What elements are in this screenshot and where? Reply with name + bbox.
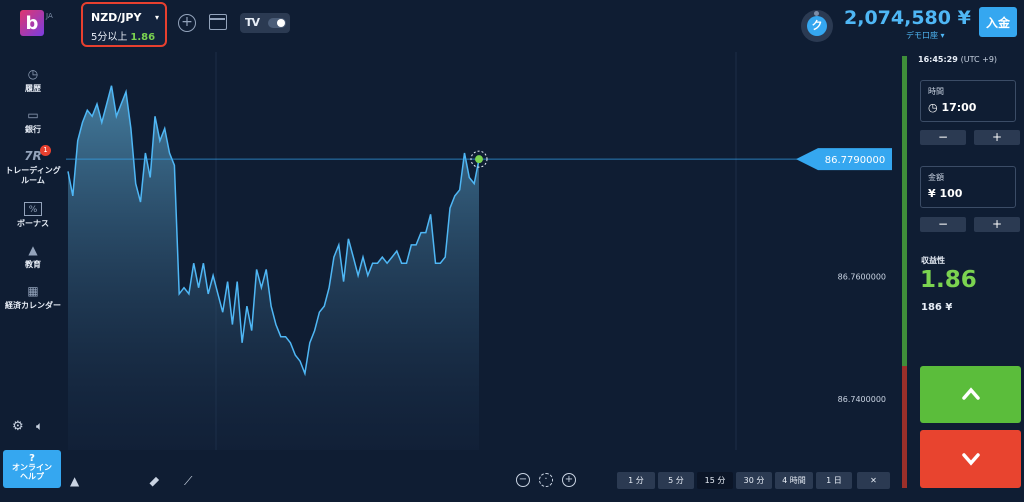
- sidebar-item-calendar[interactable]: ▦ 経済カレンダー: [0, 284, 66, 311]
- sidebar-item-label: 履歴: [25, 84, 41, 93]
- wallet-icon: ▭: [27, 108, 39, 122]
- asset-duration: 5分以上 1.86: [91, 28, 155, 43]
- tradingview-icon: TV: [245, 16, 260, 29]
- question-icon: ?: [29, 453, 35, 464]
- language-label[interactable]: JA: [46, 12, 53, 20]
- ruler-icon[interactable]: ▬: [145, 472, 163, 490]
- time-minus-button[interactable]: −: [920, 130, 966, 145]
- y-tick-label: 86.7600000: [838, 272, 886, 281]
- duration-text: 5分以上: [91, 32, 128, 43]
- payout-value: 1.86: [920, 267, 977, 293]
- chart-type-icon[interactable]: ▲: [70, 474, 79, 488]
- notification-badge: 1: [40, 145, 51, 156]
- price-chart-svg[interactable]: 86.7790000 86.7600000 86.7400000 16:40:00 16…: [66, 52, 899, 450]
- price-chart[interactable]: 86.7790000 86.7600000 86.7400000 16:40:00 16…: [66, 52, 899, 450]
- clapperboard-icon[interactable]: [209, 14, 227, 30]
- account-balance: 2,074,580 ¥: [844, 7, 971, 29]
- chevron-up-icon: [962, 387, 980, 400]
- y-tick-label: 86.7400000: [838, 395, 886, 404]
- time-label: 時間: [928, 87, 944, 96]
- x-tick-label: 16:40:00: [181, 449, 217, 450]
- expiry-time: 17:00: [941, 101, 977, 114]
- asset-payout: 1.86: [130, 32, 156, 43]
- fit-chart-button[interactable]: ·: [539, 473, 553, 487]
- sidebar-item-bonus[interactable]: % ボーナス: [0, 202, 66, 229]
- timezone: (UTC +9): [960, 55, 998, 64]
- sidebar-item-bank[interactable]: ▭ 銀行: [0, 108, 66, 135]
- expiry-time-field[interactable]: 時間 ◷ 17:00: [920, 80, 1016, 122]
- amount-plus-button[interactable]: +: [974, 217, 1020, 232]
- sidebar-item-education[interactable]: ▲ 教育: [0, 243, 66, 270]
- put-down-button[interactable]: [920, 430, 1021, 488]
- sidebar-item-label: トレーディング ルーム: [5, 166, 61, 185]
- toggle-switch: [268, 18, 286, 28]
- online-help-button[interactable]: ? オンライン ヘルプ: [3, 450, 61, 488]
- asset-name: NZD/JPY: [91, 11, 142, 24]
- sidebar-item-trading-room[interactable]: 7R 1 トレーディング ルーム: [0, 145, 66, 186]
- zoom-out-button[interactable]: −: [516, 473, 530, 487]
- bonus-icon: %: [24, 202, 42, 216]
- timeframe-5m[interactable]: 5 分: [658, 472, 694, 489]
- drawing-tools-icon[interactable]: ⟋: [184, 474, 192, 489]
- chart-toolbar: ▲ ▬ ⟋ − · + 1 分 5 分 15 分 30 分 4 時間 1 日 ✕: [66, 462, 899, 502]
- account-type-selector[interactable]: デモ口座 ▾: [906, 30, 945, 41]
- time-value: ◷ 17:00: [928, 101, 977, 114]
- sidebar-item-label: ボーナス: [17, 219, 49, 228]
- avatar[interactable]: ク: [801, 10, 833, 42]
- help-label: オンライン ヘルプ: [12, 463, 52, 481]
- logo-letter: b: [25, 12, 39, 34]
- sidebar-item-label: 経済カレンダー: [5, 301, 61, 310]
- trading-app: b JA NZD/JPY ▾ 5分以上 1.86 + TV ク 2,074,580…: [0, 0, 1024, 502]
- avatar-letter: ク: [807, 16, 827, 36]
- zoom-in-button[interactable]: +: [562, 473, 576, 487]
- chevron-down-icon: ▾: [155, 13, 160, 22]
- chevron-down-icon: [962, 453, 980, 466]
- sidebar-item-label: 教育: [25, 260, 41, 269]
- asset-selector[interactable]: NZD/JPY ▾ 5分以上 1.86: [81, 2, 167, 47]
- clock-time: 16:45:29: [918, 55, 958, 64]
- current-point: [475, 155, 483, 164]
- plus-circle-icon[interactable]: +: [178, 14, 196, 32]
- calendar-icon: ▦: [27, 284, 39, 298]
- timeframe-1m[interactable]: 1 分: [617, 472, 655, 489]
- history-icon: ◷: [27, 67, 39, 81]
- timeframe-4h[interactable]: 4 時間: [775, 472, 813, 489]
- sidebar: ◷ 履歴 ▭ 銀行 7R 1 トレーディング ルーム % ボーナス ▲ 教育 ▦…: [0, 52, 66, 502]
- payout-amount: 186 ¥: [921, 302, 953, 313]
- amount-minus-button[interactable]: −: [920, 217, 966, 232]
- gear-icon[interactable]: ⚙: [12, 419, 24, 434]
- sidebar-item-label: 銀行: [25, 125, 41, 134]
- amount-field[interactable]: 金額 ¥ 100: [920, 166, 1016, 208]
- timeframe-1d[interactable]: 1 日: [816, 472, 852, 489]
- timeframe-30m[interactable]: 30 分: [736, 472, 772, 489]
- deposit-button[interactable]: 入金: [979, 7, 1017, 37]
- brand-logo[interactable]: b: [20, 10, 44, 36]
- sentiment-bar: [902, 56, 907, 488]
- graduation-cap-icon: ▲: [28, 243, 38, 257]
- server-clock: 16:45:29 (UTC +9): [918, 55, 997, 64]
- tradingview-toggle[interactable]: TV: [240, 13, 290, 33]
- amount-value: ¥ 100: [928, 187, 963, 200]
- top-bar: b JA NZD/JPY ▾ 5分以上 1.86 + TV ク 2,074,580…: [0, 0, 1024, 52]
- x-tick-label: 16:50:00: [735, 449, 771, 450]
- amount-label: 金額: [928, 173, 944, 182]
- close-timeframes-button[interactable]: ✕: [857, 472, 890, 489]
- call-up-button[interactable]: [920, 366, 1021, 423]
- speaker-icon[interactable]: 🔈︎: [36, 419, 43, 434]
- timeframe-15m[interactable]: 15 分: [697, 472, 733, 489]
- payout-label: 収益性: [921, 256, 945, 265]
- current-price-label: 86.7790000: [825, 155, 885, 166]
- price-area: [68, 85, 479, 450]
- sidebar-item-history[interactable]: ◷ 履歴: [0, 67, 66, 94]
- time-plus-button[interactable]: +: [974, 130, 1020, 145]
